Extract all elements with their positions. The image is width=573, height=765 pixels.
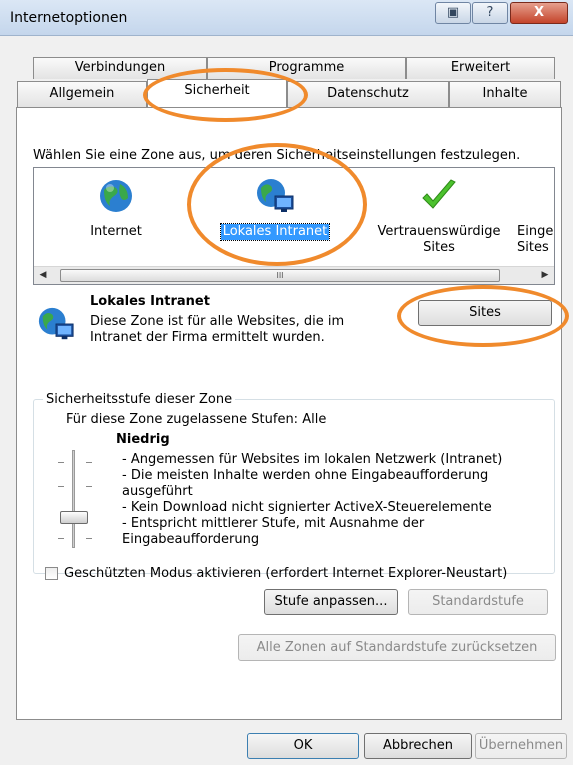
zone-internet[interactable]: Internet — [51, 172, 181, 262]
allowed-levels-text: Für diese Zone zugelassene Stufen: Alle — [66, 412, 327, 427]
horizontal-scrollbar[interactable]: ◀ III ▶ — [34, 266, 554, 284]
protected-mode-label[interactable]: Geschützten Modus aktivieren (erfordert … — [64, 566, 507, 581]
custom-level-button[interactable]: Stufe anpassen... — [264, 589, 398, 615]
zone-lokales-intranet[interactable]: Lokales Intranet — [210, 172, 340, 262]
zone-label: Vertrauenswürdige Sites — [377, 224, 501, 255]
scroll-left-arrow[interactable]: ◀ — [34, 267, 52, 284]
tab-inhalte[interactable]: Inhalte — [449, 81, 561, 107]
zone-list[interactable]: Internet Lokales Intranet Vertrauenswürd… — [33, 167, 555, 285]
help-button[interactable]: ? — [472, 2, 508, 24]
intranet-globe-icon — [38, 307, 74, 340]
sites-button[interactable]: Sites — [418, 300, 552, 326]
zone-eingeschraenkte-sites[interactable]: Eingeschränkte Sites — [515, 172, 555, 262]
tab-erweitert[interactable]: Erweitert — [406, 57, 555, 79]
level-description: - Angemessen für Websites im lokalen Net… — [122, 452, 522, 548]
tab-datenschutz[interactable]: Datenschutz — [287, 81, 449, 107]
slider-tick — [58, 538, 64, 539]
window-title: Internetoptionen — [10, 10, 128, 26]
zone-label: Internet — [90, 224, 142, 239]
intranet-globe-icon — [257, 179, 294, 212]
checkmark-icon — [422, 179, 456, 209]
level-line: - Kein Download nicht signierter ActiveX… — [122, 500, 492, 515]
security-slider-track[interactable] — [72, 450, 75, 548]
zone-intro-text: Wählen Sie eine Zone aus, um deren Siche… — [33, 148, 521, 163]
security-slider-thumb[interactable] — [60, 511, 88, 524]
zone-vertrauenswuerdige-sites[interactable]: Vertrauenswürdige Sites — [369, 172, 509, 262]
selected-zone-description: Diese Zone ist für alle Websites, die im… — [90, 314, 345, 345]
title-bar: Internetoptionen ▣ ? X — [0, 0, 573, 36]
scroll-right-arrow[interactable]: ▶ — [536, 267, 554, 284]
tab-sicherheit[interactable]: Sicherheit — [147, 79, 287, 107]
tab-programme[interactable]: Programme — [207, 57, 406, 79]
cancel-button[interactable]: Abbrechen — [364, 733, 472, 759]
reset-all-zones-button[interactable]: Alle Zonen auf Standardstufe zurücksetze… — [238, 634, 556, 661]
default-level-button[interactable]: Standardstufe — [408, 589, 548, 615]
slider-tick — [86, 486, 92, 487]
zone-label: Lokales Intranet — [219, 223, 331, 241]
tab-verbindungen[interactable]: Verbindungen — [33, 57, 207, 79]
level-line: - Angemessen für Websites im lokalen Net… — [122, 452, 503, 467]
level-line: - Die meisten Inhalte werden ohne Eingab… — [122, 468, 489, 483]
group-legend: Sicherheitsstufe dieser Zone — [43, 392, 236, 407]
selected-zone-title: Lokales Intranet — [90, 294, 210, 309]
slider-tick — [58, 486, 64, 487]
ok-button[interactable]: OK — [247, 733, 359, 759]
globe-icon — [100, 180, 132, 212]
level-line: - Entspricht mittlerer Stufe, mit Ausnah… — [122, 516, 425, 531]
level-line: Eingabeaufforderung — [122, 532, 260, 547]
close-button[interactable]: X — [510, 2, 568, 24]
slider-tick — [58, 462, 64, 463]
level-name: Niedrig — [116, 432, 170, 447]
protected-mode-checkbox[interactable] — [45, 567, 58, 580]
window-icon-button[interactable]: ▣ — [435, 2, 471, 24]
zone-label: Eingeschränkte Sites — [517, 224, 554, 255]
tab-allgemein[interactable]: Allgemein — [17, 81, 147, 107]
level-line: ausgeführt — [122, 484, 193, 499]
slider-tick — [86, 462, 92, 463]
slider-tick — [86, 538, 92, 539]
scroll-thumb[interactable]: III — [60, 269, 500, 282]
apply-button[interactable]: Übernehmen — [475, 733, 567, 759]
restricted-icon — [515, 176, 555, 216]
